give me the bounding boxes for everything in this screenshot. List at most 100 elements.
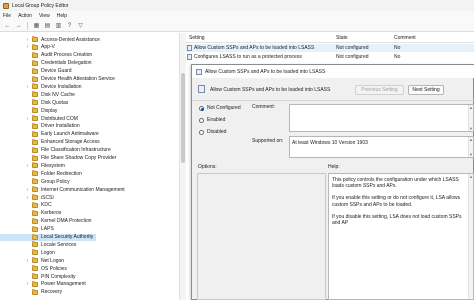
chevron-right-icon[interactable]: ›	[25, 281, 30, 287]
radio-label: Disabled	[207, 129, 227, 135]
list-row[interactable]: Allow Custom SSPs and APs to be loaded i…	[186, 44, 474, 52]
policy-setting-icon	[196, 68, 202, 75]
tree-scrollbar-thumb[interactable]	[181, 73, 185, 163]
radio-button[interactable]	[199, 129, 204, 135]
help-paragraph: If you enable this setting or do not con…	[332, 195, 461, 208]
tree-item[interactable]: Driver Installation	[0, 122, 176, 130]
tree-item[interactable]: Device Guard	[0, 67, 176, 75]
options-label: Options:	[198, 164, 217, 170]
tree-item[interactable]: › iSCSI	[0, 194, 176, 201]
scroll-down-icon[interactable]: ▼	[469, 152, 473, 157]
tree-item[interactable]: PIN Complexity	[0, 273, 176, 280]
tree-item[interactable]: OS Policies	[0, 265, 176, 272]
comment-scrollbar[interactable]: ▲ ▼	[468, 105, 473, 131]
tree-item[interactable]: Kernel DMA Protection	[0, 217, 176, 225]
radio-disabled[interactable]: Disabled	[199, 129, 226, 135]
show-hide-tree-icon[interactable]: ▦	[32, 21, 41, 30]
menu-help[interactable]: Help	[57, 13, 67, 19]
chevron-right-icon[interactable]: ›	[25, 163, 30, 169]
tree-item[interactable]: Kerberos	[0, 209, 176, 217]
properties-icon[interactable]: ▤	[43, 21, 52, 30]
next-setting-button[interactable]: Next Setting	[408, 85, 444, 95]
chevron-right-icon[interactable]: ›	[25, 84, 30, 90]
tree-item[interactable]: › Power Management	[0, 280, 176, 288]
filter-icon[interactable]: ▽	[76, 21, 85, 30]
chevron-right-icon[interactable]: ›	[25, 258, 30, 264]
tree-item[interactable]: › App-V	[0, 43, 176, 51]
tree-item[interactable]: › Device Installation	[0, 83, 176, 90]
scroll-up-icon[interactable]: ▲	[469, 174, 473, 179]
menu-action[interactable]: Action	[18, 13, 32, 19]
tree-item[interactable]: › Filesystem	[0, 162, 176, 169]
radio-enabled[interactable]: Enabled	[199, 117, 225, 123]
folder-icon	[32, 170, 38, 177]
back-arrow-icon[interactable]: ←	[3, 21, 12, 30]
dialog-title: Allow Custom SSPs and APs to be loaded i…	[205, 68, 326, 75]
tree-item[interactable]: › Net Logon	[0, 257, 176, 264]
tree-item[interactable]: Folder Redirection	[0, 170, 176, 177]
supported-scrollbar[interactable]: ▲ ▼	[468, 137, 473, 157]
folder-icon	[32, 201, 38, 208]
tree-item[interactable]: File Share Shadow Copy Provider	[0, 154, 176, 162]
list-row[interactable]: Configures LSASS to run as a protected p…	[186, 53, 474, 61]
tree-item[interactable]: File Classification Infrastructure	[0, 146, 176, 154]
tree-item[interactable]: Display	[0, 107, 176, 114]
tree-item[interactable]: › Access-Denied Assistance	[0, 36, 176, 43]
tree-item[interactable]: Device Health Attestation Service	[0, 75, 176, 83]
export-list-icon[interactable]: ▥	[54, 21, 63, 30]
chevron-right-icon[interactable]: ›	[25, 116, 30, 122]
supported-on-value: At least Windows 10 Version 1903	[292, 140, 368, 146]
column-comment[interactable]: Comment	[394, 35, 416, 41]
scroll-down-icon[interactable]: ▼	[469, 126, 473, 131]
tree-item[interactable]: Group Policy	[0, 178, 176, 185]
tree-item[interactable]: Credentials Delegation	[0, 59, 176, 67]
menu-file[interactable]: File	[3, 13, 11, 19]
tree-item[interactable]: Locale Services	[0, 241, 176, 248]
tree-item-label: Display	[41, 107, 58, 114]
tree-item-label: App-V	[41, 44, 55, 51]
radio-button[interactable]	[199, 117, 204, 123]
forward-arrow-icon[interactable]: →	[14, 21, 23, 30]
tree-item[interactable]: › Distributed COM	[0, 115, 176, 122]
tree-item[interactable]: Disk NV Cache	[0, 91, 176, 98]
tree-item[interactable]: Audit Process Creation	[0, 51, 176, 59]
comment-textarea[interactable]: ▲ ▼	[289, 104, 474, 132]
tree-scrollbar[interactable]	[179, 33, 186, 300]
chevron-right-icon[interactable]: ›	[25, 187, 30, 193]
row-state: Not configured	[336, 45, 369, 51]
policy-dialog: Allow Custom SSPs and APs to be loaded i…	[191, 64, 474, 300]
help-scrollbar[interactable]: ▲	[468, 174, 473, 299]
dialog-title-bar: Allow Custom SSPs and APs to be loaded i…	[192, 65, 474, 78]
help-label: Help:	[328, 164, 340, 170]
tree-item-label: Internet Communication Management	[41, 186, 125, 193]
folder-icon	[32, 280, 38, 287]
radio-button[interactable]	[199, 105, 204, 111]
chevron-right-icon[interactable]: ›	[25, 37, 30, 43]
folder-icon	[32, 130, 38, 137]
menu-view[interactable]: View	[39, 13, 50, 19]
folder-icon	[32, 154, 38, 161]
previous-setting-button[interactable]: Previous Setting	[355, 85, 404, 95]
radio-not-configured[interactable]: Not Configured	[199, 105, 241, 111]
column-setting[interactable]: Setting	[189, 35, 205, 41]
tree-item[interactable]: KDC	[0, 201, 176, 209]
scroll-up-icon[interactable]: ▲	[469, 137, 473, 142]
tree-item-label: File Share Shadow Copy Provider	[41, 155, 117, 161]
folder-icon	[32, 178, 38, 185]
tree-item[interactable]: Early Launch Antimalware	[0, 130, 176, 138]
tree-item[interactable]: Recovery	[0, 288, 176, 296]
tree-item[interactable]: Logon	[0, 249, 176, 256]
tree-item-label: Filesystem	[41, 162, 65, 169]
tree-item[interactable]: Local Security Authority	[0, 233, 96, 241]
chevron-right-icon[interactable]: ›	[25, 44, 30, 50]
tree-item[interactable]: › Internet Communication Management	[0, 186, 176, 193]
tree-item[interactable]: Disk Quotas	[0, 99, 176, 106]
folder-icon	[32, 107, 38, 114]
column-state[interactable]: State	[336, 35, 348, 41]
tree-item[interactable]: Enhanced Storage Access	[0, 138, 176, 146]
help-icon[interactable]: ?	[65, 21, 74, 30]
folder-icon	[32, 194, 38, 200]
tree-item[interactable]: LAPS	[0, 225, 176, 233]
scroll-up-icon[interactable]: ▲	[469, 105, 473, 110]
chevron-right-icon[interactable]: ›	[25, 195, 30, 201]
